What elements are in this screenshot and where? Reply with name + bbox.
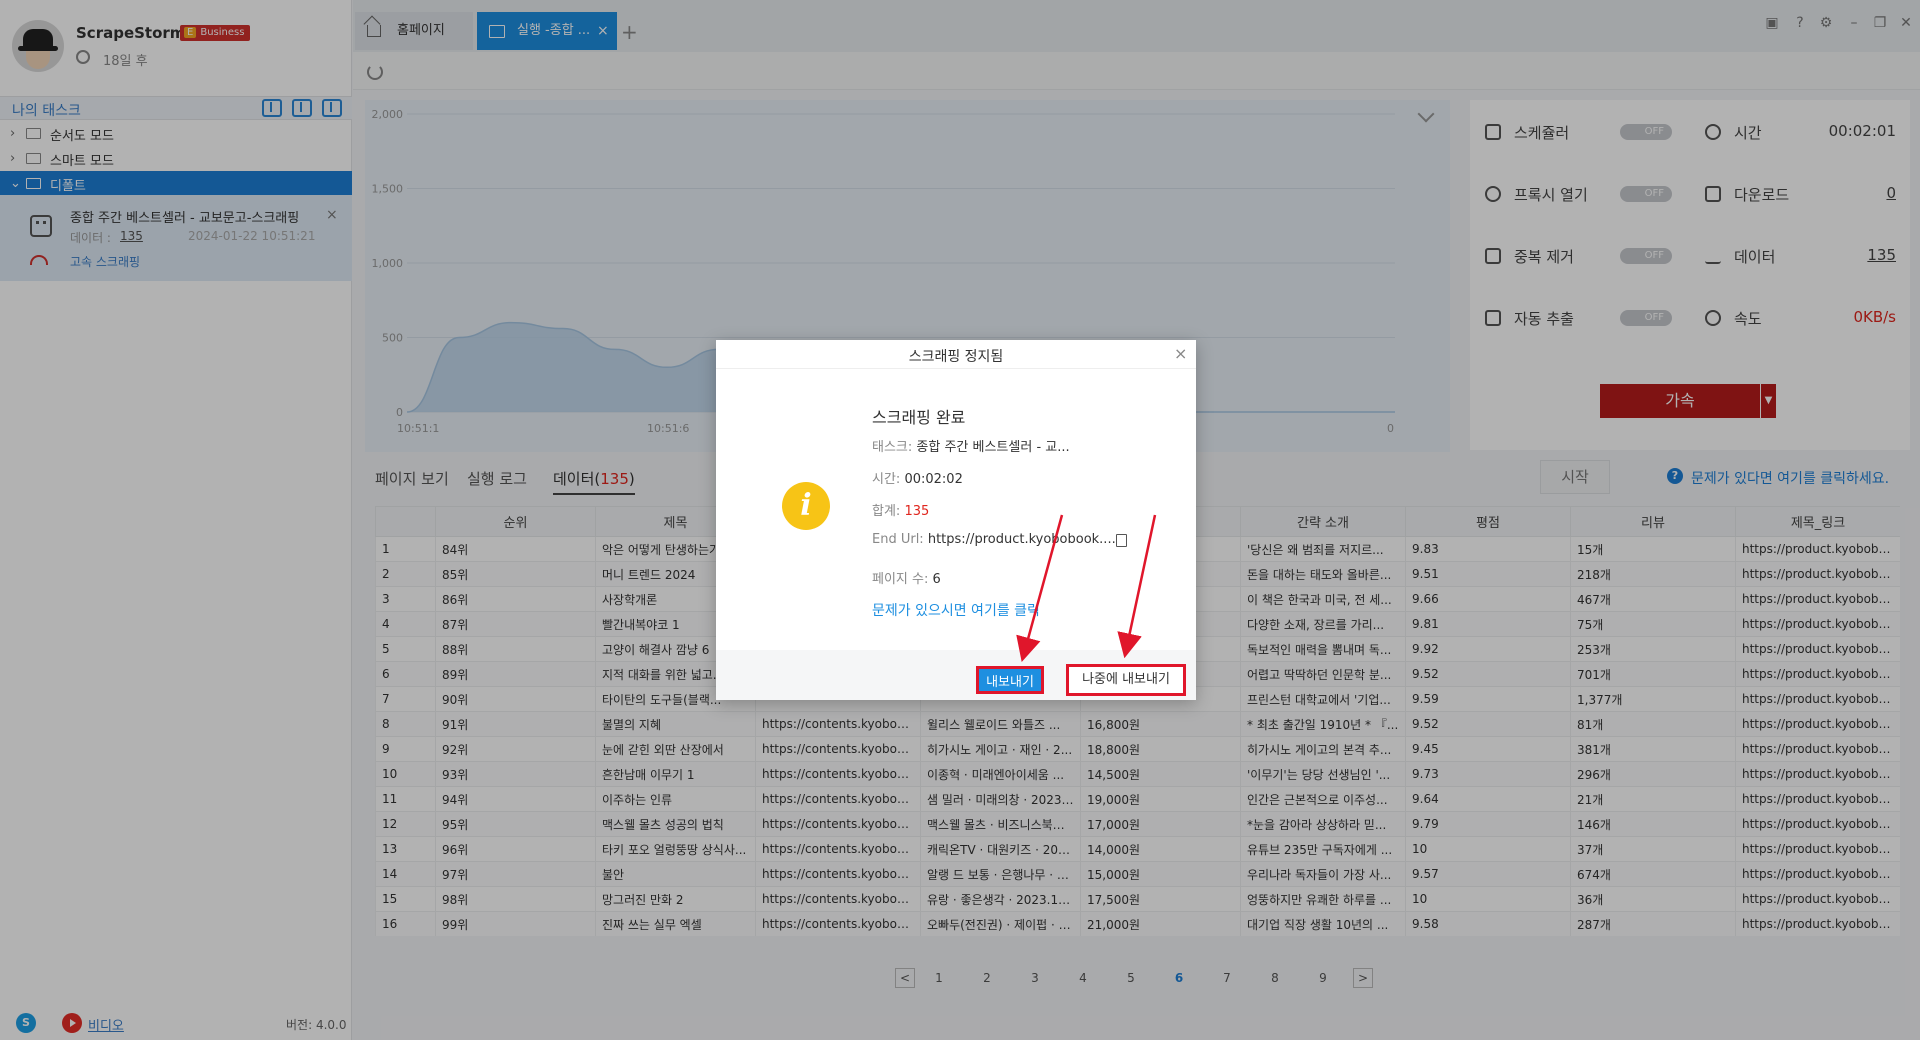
total-value: 135 <box>904 504 930 519</box>
dialog-heading: 스크래핑 완료 <box>872 408 966 427</box>
pages-label: 페이지 수: <box>872 572 929 587</box>
dialog-title: 스크래핑 정지됨 <box>908 349 1004 365</box>
copy-icon[interactable] <box>1116 534 1127 547</box>
task-label: 태스크: <box>872 440 913 455</box>
end-url-value: https://product.kyobobook.... <box>927 532 1116 547</box>
total-row: 합계: 135 <box>872 500 929 519</box>
task-row: 태스크: 종합 주간 베스트셀러 - 교... <box>872 436 1070 455</box>
end-url-row: End Url: https://product.kyobobook.... <box>872 532 1116 547</box>
task-value: 종합 주간 베스트셀러 - 교... <box>916 440 1070 455</box>
time-label: 시간: <box>872 472 901 487</box>
scrape-stopped-dialog: 스크래핑 정지됨 × i 스크래핑 완료 태스크: 종합 주간 베스트셀러 - … <box>716 340 1196 700</box>
dialog-help-link[interactable]: 문제가 있으시면 여기를 클릭 <box>872 600 1040 620</box>
close-icon[interactable]: × <box>1174 344 1187 363</box>
time-value: 00:02:02 <box>904 472 963 487</box>
divider <box>716 368 1196 369</box>
export-button[interactable]: 내보내기 <box>976 666 1044 694</box>
end-url-label: End Url: <box>872 532 924 547</box>
dialog-footer: 내보내기 나중에 내보내기 <box>716 650 1196 700</box>
time-row: 시간: 00:02:02 <box>872 468 963 487</box>
pages-row: 페이지 수: 6 <box>872 568 941 587</box>
total-label: 합계: <box>872 504 901 519</box>
export-later-button[interactable]: 나중에 내보내기 <box>1066 664 1186 696</box>
pages-value: 6 <box>932 572 941 587</box>
info-icon: i <box>782 482 830 530</box>
